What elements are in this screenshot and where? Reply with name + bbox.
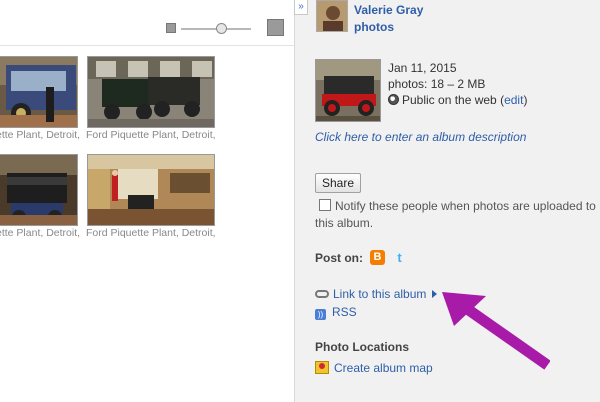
share-button[interactable]: Share: [315, 173, 362, 193]
edit-visibility-link[interactable]: edit: [504, 93, 523, 107]
photo-caption: ette Plant, Detroit,: [0, 129, 81, 141]
zoom-out-icon[interactable]: [166, 23, 176, 33]
photo-caption: ette Plant, Detroit,: [0, 227, 81, 239]
link-to-album-label[interactable]: Link to this album: [333, 287, 426, 301]
twitter-icon[interactable]: t: [392, 250, 407, 265]
triangle-right-icon[interactable]: [432, 290, 438, 298]
album-visibility: Public on the web (edit): [388, 93, 527, 107]
notify-option: Notify these people when photos are uplo…: [315, 198, 599, 232]
collapse-sidebar-button[interactable]: »: [294, 0, 308, 15]
toolbar-divider: [0, 45, 294, 46]
blogger-icon[interactable]: B: [370, 250, 385, 265]
notify-checkbox[interactable]: [319, 199, 331, 211]
photo-caption: Ford Piquette Plant, Detroit,: [86, 227, 216, 239]
create-album-map-label[interactable]: Create album map: [334, 361, 433, 375]
avatar[interactable]: [316, 0, 348, 32]
owner-name-link[interactable]: Valerie Gray: [354, 3, 423, 17]
photo-grid-panel: ette Plant, Detroit, Ford Piquette Plant…: [0, 0, 294, 402]
album-date: Jan 11, 2015: [388, 61, 457, 75]
album-description-prompt[interactable]: Click here to enter an album description: [315, 130, 526, 144]
photo-locations-heading: Photo Locations: [315, 340, 409, 354]
edit-paren-close: ): [523, 93, 528, 107]
link-to-album[interactable]: Link to this album: [315, 287, 438, 301]
link-icon: [315, 290, 329, 298]
zoom-slider[interactable]: [166, 19, 286, 36]
visibility-label: Public on the web: [402, 93, 497, 107]
album-stats: photos: 18 – 2 MB: [388, 77, 486, 91]
post-on-label: Post on:: [315, 251, 363, 265]
create-album-map[interactable]: Create album map: [315, 361, 433, 375]
zoom-knob[interactable]: [216, 23, 227, 34]
rss-label[interactable]: RSS: [332, 305, 357, 319]
globe-icon: [388, 94, 399, 105]
annotation-arrow: [442, 292, 550, 370]
photo-thumbnail[interactable]: [87, 154, 215, 226]
album-cover[interactable]: [315, 59, 381, 122]
rss-icon: )): [315, 309, 326, 320]
photo-caption: Ford Piquette Plant, Detroit,: [86, 129, 216, 141]
rss-link[interactable]: )) RSS: [315, 305, 357, 320]
owner-photos-link[interactable]: photos: [354, 20, 394, 34]
map-icon: [315, 361, 329, 374]
notify-label: Notify these people when photos are uplo…: [315, 199, 596, 230]
zoom-in-icon[interactable]: [267, 19, 284, 36]
photo-thumbnail[interactable]: [0, 56, 78, 128]
photo-thumbnail[interactable]: [87, 56, 215, 128]
photo-thumbnail[interactable]: [0, 154, 78, 226]
